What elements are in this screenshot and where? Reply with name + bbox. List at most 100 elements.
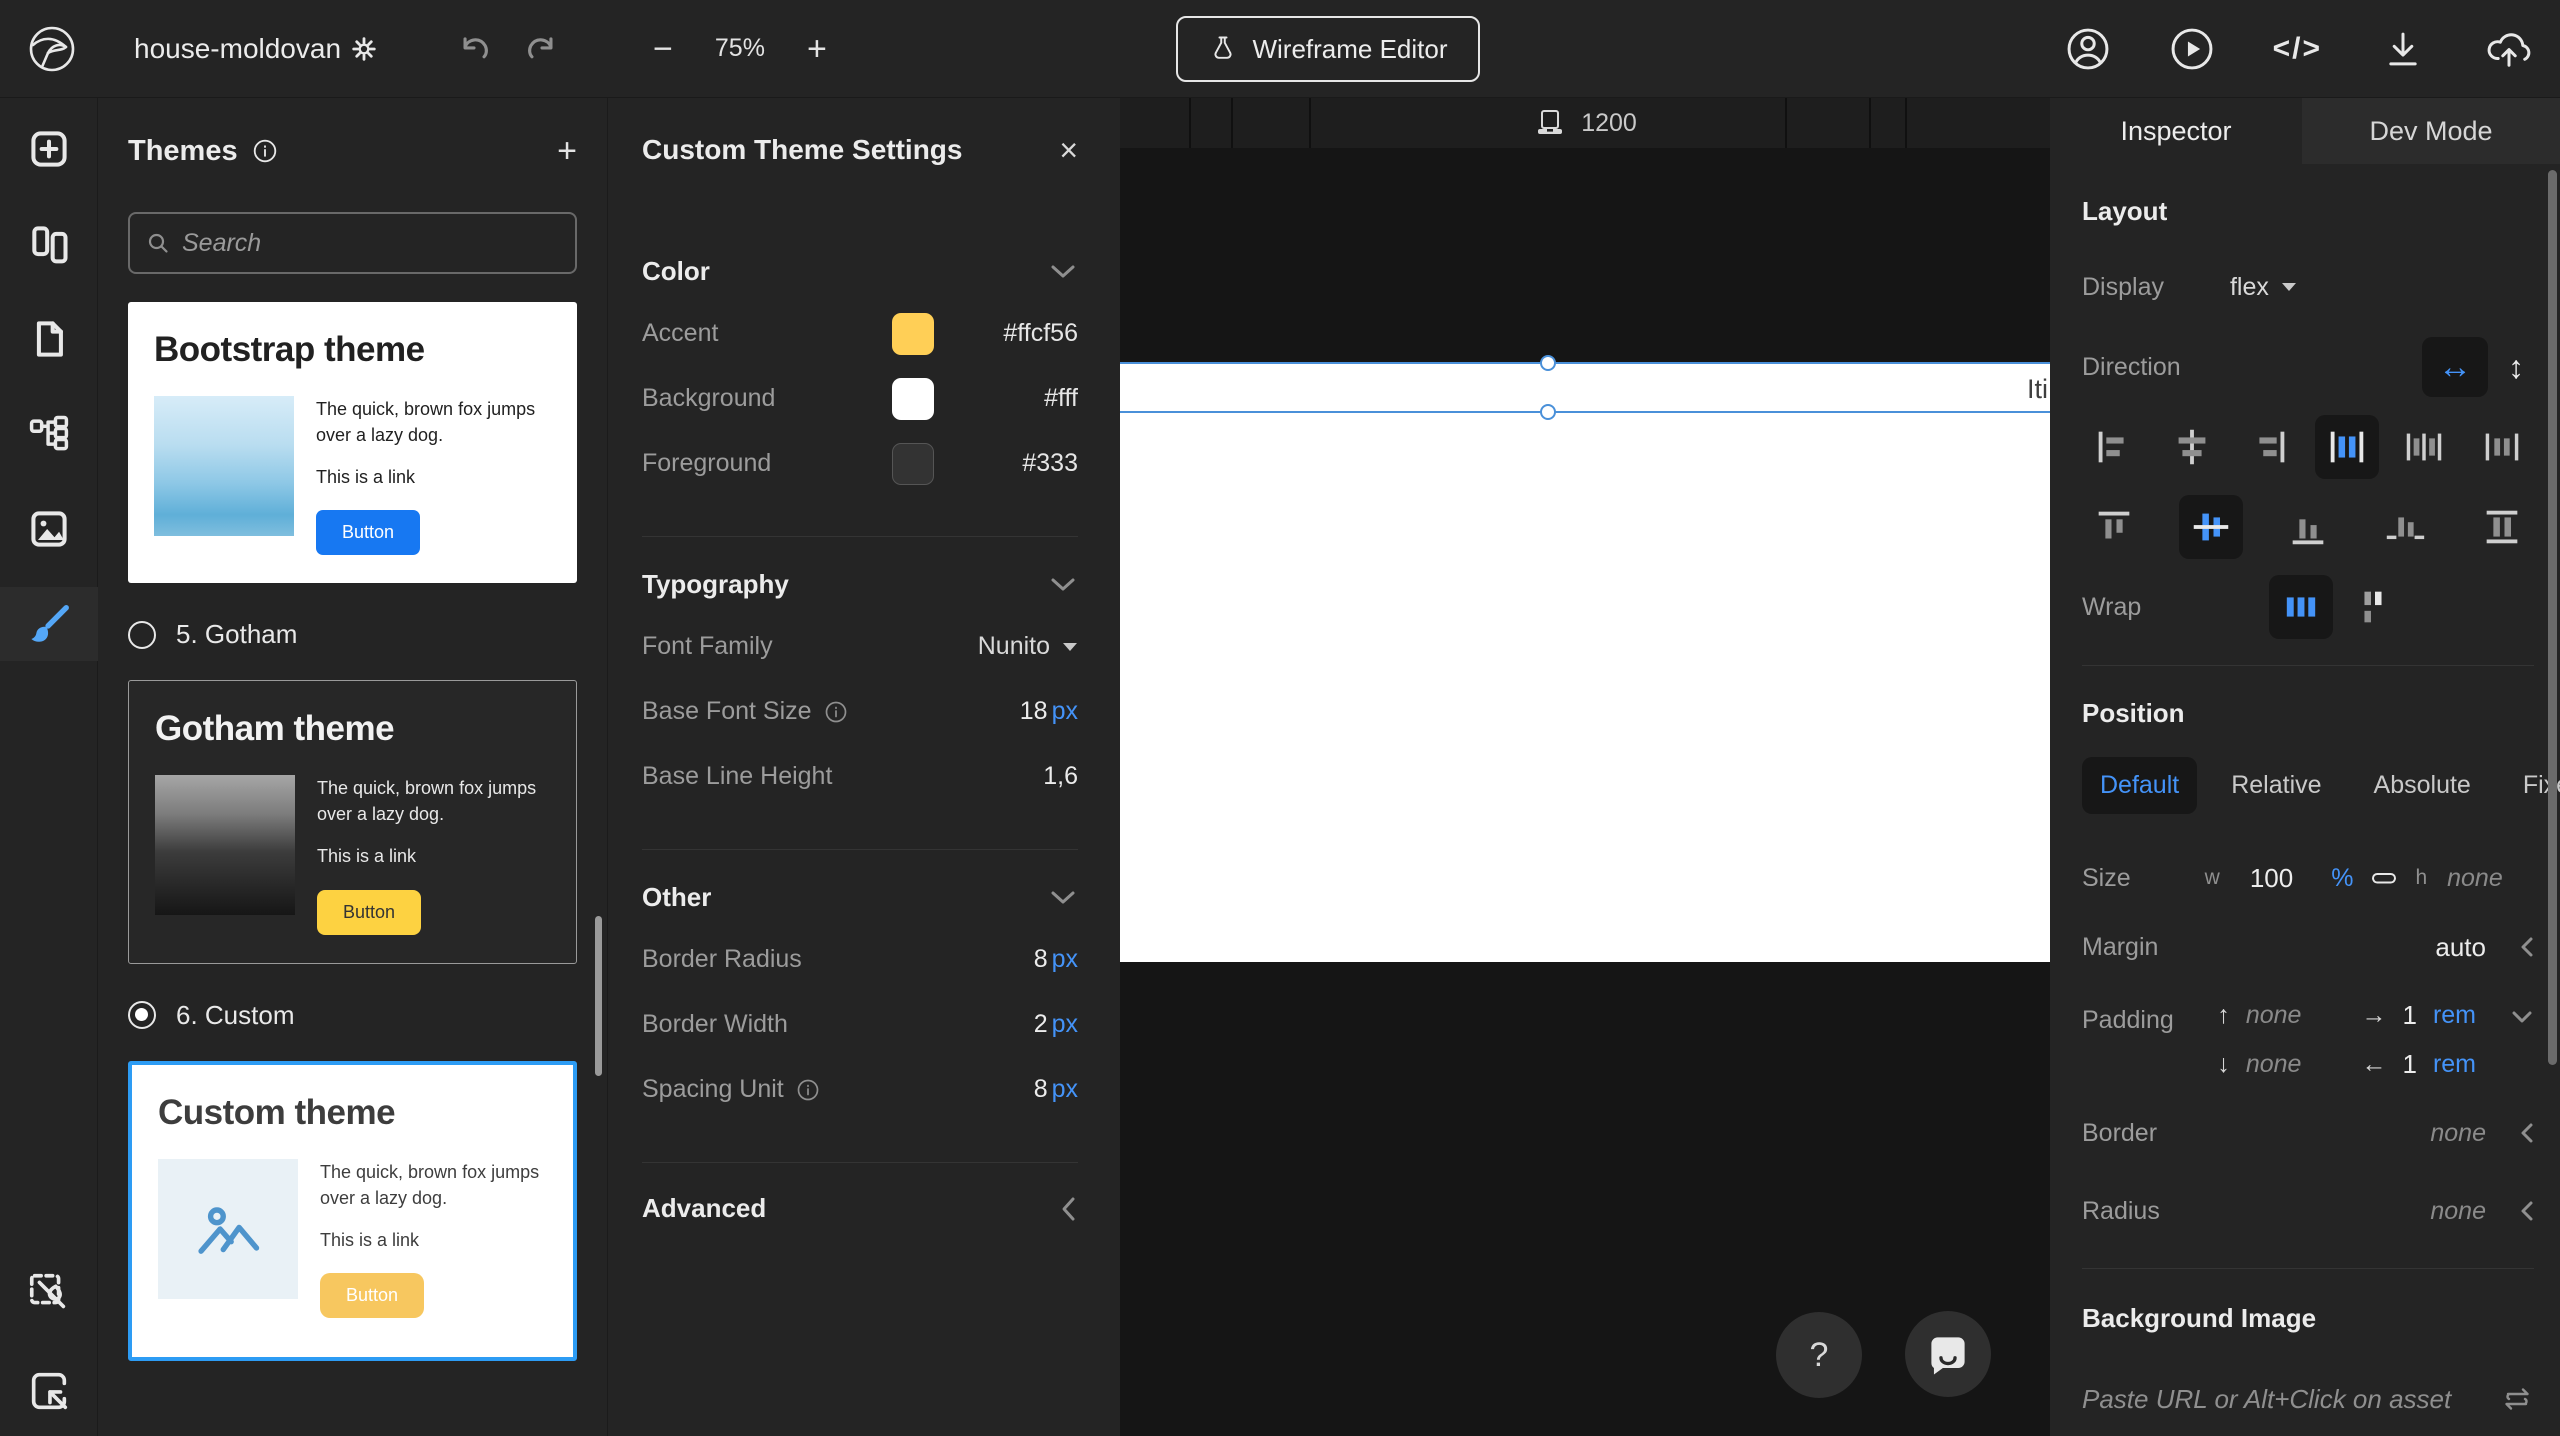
color-section-header[interactable]: Color [642, 256, 1078, 287]
publish-cloud-icon[interactable] [2484, 26, 2534, 72]
justify-space-evenly-button[interactable] [2470, 415, 2534, 479]
accent-hex-value[interactable]: #ffcf56 [960, 319, 1078, 348]
border-value[interactable]: none [2430, 1119, 2486, 1148]
padding-top-value[interactable]: none [2246, 1001, 2302, 1030]
search-input[interactable] [182, 229, 559, 258]
spacing-unit-value[interactable]: 8 [1034, 1075, 1048, 1104]
selection-handle-top[interactable] [1540, 355, 1556, 371]
font-family-dropdown[interactable]: Nunito [978, 632, 1078, 661]
foreground-hex-value[interactable]: #333 [960, 449, 1078, 478]
app-logo-icon[interactable] [26, 23, 78, 75]
custom-radio-selected[interactable] [128, 1001, 156, 1029]
add-theme-button[interactable]: + [557, 134, 577, 168]
theme-option-gotham[interactable]: 5. Gotham [128, 619, 577, 650]
page-canvas[interactable]: Iti [1120, 362, 2050, 962]
direction-horizontal-button-active[interactable]: ↔ [2422, 337, 2488, 397]
margin-value[interactable]: auto [2435, 932, 2486, 963]
zoom-in-button[interactable]: + [807, 32, 827, 66]
import-selector-tool[interactable] [26, 1368, 72, 1414]
direction-vertical-button[interactable]: ↕ [2508, 349, 2524, 386]
gotham-radio[interactable] [128, 621, 156, 649]
chevron-left-icon[interactable] [2520, 935, 2534, 959]
position-default-button-active[interactable]: Default [2082, 757, 2197, 814]
account-icon[interactable] [2065, 26, 2111, 72]
zoom-level[interactable]: 75% [715, 34, 765, 63]
preview-play-icon[interactable] [2169, 26, 2215, 72]
pages-tool[interactable] [0, 302, 98, 376]
advanced-section-header[interactable]: Advanced [642, 1162, 1078, 1224]
link-dimensions-icon[interactable] [2369, 866, 2399, 890]
themes-tool-active[interactable] [0, 587, 98, 661]
layouts-tool[interactable] [0, 207, 98, 281]
display-dropdown[interactable]: flex [2230, 273, 2297, 302]
padding-right-value[interactable]: 1 [2402, 1000, 2416, 1031]
breakpoint-label[interactable]: 1200 [1120, 98, 2050, 148]
chevron-down-icon[interactable] [2510, 1010, 2534, 1024]
accent-swatch[interactable] [892, 313, 934, 355]
chevron-left-icon[interactable] [2520, 1121, 2534, 1145]
background-swatch[interactable] [892, 378, 934, 420]
align-start-button[interactable] [2082, 495, 2146, 559]
align-stretch-button[interactable] [2470, 495, 2534, 559]
themes-scrollbar[interactable] [595, 916, 602, 1076]
components-tool[interactable] [0, 397, 98, 471]
redo-icon[interactable] [523, 30, 561, 68]
border-radius-value[interactable]: 8 [1034, 945, 1048, 974]
selected-element-text[interactable]: Iti [2027, 374, 2048, 405]
zoom-out-button[interactable]: − [653, 32, 673, 66]
spacing-unit-unit[interactable]: px [1052, 1075, 1078, 1104]
assets-images-tool[interactable] [0, 492, 98, 566]
align-center-button-active[interactable] [2179, 495, 2243, 559]
add-element-tool[interactable] [0, 112, 98, 186]
close-icon[interactable]: × [1059, 134, 1078, 166]
themes-info-icon[interactable] [252, 138, 278, 164]
download-icon[interactable] [2380, 26, 2426, 72]
width-value[interactable]: 100 [2250, 863, 2293, 894]
padding-bottom-value[interactable]: none [2246, 1050, 2302, 1079]
theme-option-custom[interactable]: 6. Custom [128, 1000, 577, 1031]
foreground-swatch[interactable] [892, 443, 934, 485]
justify-center-button[interactable] [2160, 415, 2224, 479]
radius-value[interactable]: none [2430, 1197, 2486, 1226]
background-image-url-input[interactable] [2082, 1384, 2500, 1415]
border-radius-unit[interactable]: px [1052, 945, 1078, 974]
breakpoint-bar[interactable]: 1200 [1120, 98, 2050, 148]
selection-handle-bottom[interactable] [1540, 404, 1556, 420]
no-style-source-tool[interactable] [26, 1270, 72, 1316]
inspector-scrollbar[interactable] [2548, 170, 2557, 1065]
background-hex-value[interactable]: #fff [960, 384, 1078, 413]
padding-left-unit[interactable]: rem [2433, 1050, 2476, 1079]
position-absolute-button[interactable]: Absolute [2356, 757, 2489, 814]
align-end-button[interactable] [2276, 495, 2340, 559]
border-width-value[interactable]: 2 [1034, 1010, 1048, 1039]
project-name[interactable]: house-moldovan [134, 33, 341, 65]
justify-end-button[interactable] [2237, 415, 2301, 479]
info-icon[interactable] [824, 700, 848, 724]
help-button[interactable]: ? [1776, 1312, 1862, 1398]
undo-icon[interactable] [455, 30, 493, 68]
padding-left-value[interactable]: 1 [2402, 1049, 2416, 1080]
border-width-unit[interactable]: px [1052, 1010, 1078, 1039]
typography-section-header[interactable]: Typography [642, 569, 1078, 600]
chat-support-button[interactable] [1905, 1311, 1991, 1397]
code-export-icon[interactable]: </> [2273, 32, 2322, 66]
tab-inspector[interactable]: Inspector [2050, 98, 2302, 164]
width-unit[interactable]: % [2331, 864, 2353, 893]
padding-right-unit[interactable]: rem [2433, 1001, 2476, 1030]
other-section-header[interactable]: Other [642, 882, 1078, 913]
project-settings-gear-icon[interactable] [351, 36, 377, 62]
swap-asset-icon[interactable] [2500, 1382, 2534, 1416]
custom-theme-card[interactable]: Custom theme The quick, brown fox jumps … [128, 1061, 577, 1361]
canvas-area[interactable]: 1200 Iti ? [1120, 98, 2050, 1436]
wrap-wrap-button[interactable] [2343, 575, 2407, 639]
base-font-size-value[interactable]: 18 [1020, 697, 1048, 726]
theme-search[interactable] [128, 212, 577, 274]
position-relative-button[interactable]: Relative [2213, 757, 2339, 814]
tab-dev-mode[interactable]: Dev Mode [2302, 98, 2560, 164]
align-baseline-button[interactable] [2373, 495, 2437, 559]
height-value[interactable]: none [2447, 864, 2503, 893]
justify-start-button[interactable] [2082, 415, 2146, 479]
gotham-theme-card[interactable]: Gotham theme The quick, brown fox jumps … [128, 680, 577, 963]
base-font-size-unit[interactable]: px [1052, 697, 1078, 726]
justify-space-between-button-active[interactable] [2315, 415, 2379, 479]
